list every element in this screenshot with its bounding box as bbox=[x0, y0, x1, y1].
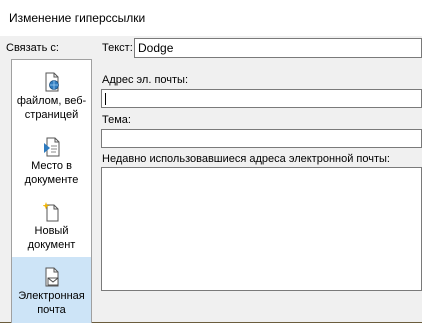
email-address-label: Адрес эл. почты: bbox=[102, 74, 189, 86]
email-icon bbox=[43, 267, 61, 287]
sidebar-item-label: Новый bbox=[34, 225, 69, 237]
recent-addresses-list[interactable] bbox=[101, 167, 422, 291]
sidebar-item-place-in-document[interactable]: Место в документе bbox=[12, 137, 91, 189]
subject-input[interactable] bbox=[101, 129, 422, 148]
new-document-icon bbox=[41, 202, 61, 222]
sidebar-item-label: почта bbox=[37, 304, 66, 316]
edit-hyperlink-dialog: Изменение гиперссылки Связать с: файлом,… bbox=[0, 0, 422, 323]
link-to-label: Связать с: bbox=[6, 42, 59, 54]
sidebar-item-label: страницей bbox=[24, 109, 79, 121]
web-page-icon bbox=[43, 72, 61, 92]
sidebar-item-web-page[interactable]: файлом, веб- страницей bbox=[12, 72, 91, 124]
sidebar-item-email[interactable]: Электронная почта bbox=[12, 257, 91, 323]
sidebar-item-label: Место в bbox=[31, 160, 72, 172]
sidebar-item-label: документе bbox=[24, 174, 79, 186]
recent-addresses-label: Недавно использовавшиеся адреса электрон… bbox=[102, 153, 390, 165]
text-caret bbox=[105, 93, 106, 105]
sidebar-item-label: файлом, веб- bbox=[16, 95, 87, 107]
sidebar-item-label: Электронная bbox=[18, 290, 85, 302]
sidebar-item-label: документ bbox=[27, 239, 76, 251]
dialog-title: Изменение гиперссылки bbox=[9, 11, 146, 25]
sidebar-item-new-document[interactable]: Новый документ bbox=[12, 202, 91, 254]
document-place-icon bbox=[43, 137, 61, 157]
title-bar: Изменение гиперссылки bbox=[0, 0, 422, 36]
subject-label: Тема: bbox=[102, 114, 131, 126]
link-to-sidebar: файлом, веб- страницей Место в документе bbox=[11, 59, 92, 323]
text-to-display-label: Текст: bbox=[102, 42, 133, 54]
text-to-display-input[interactable]: Dodge bbox=[134, 38, 422, 58]
email-address-input[interactable] bbox=[101, 89, 422, 108]
